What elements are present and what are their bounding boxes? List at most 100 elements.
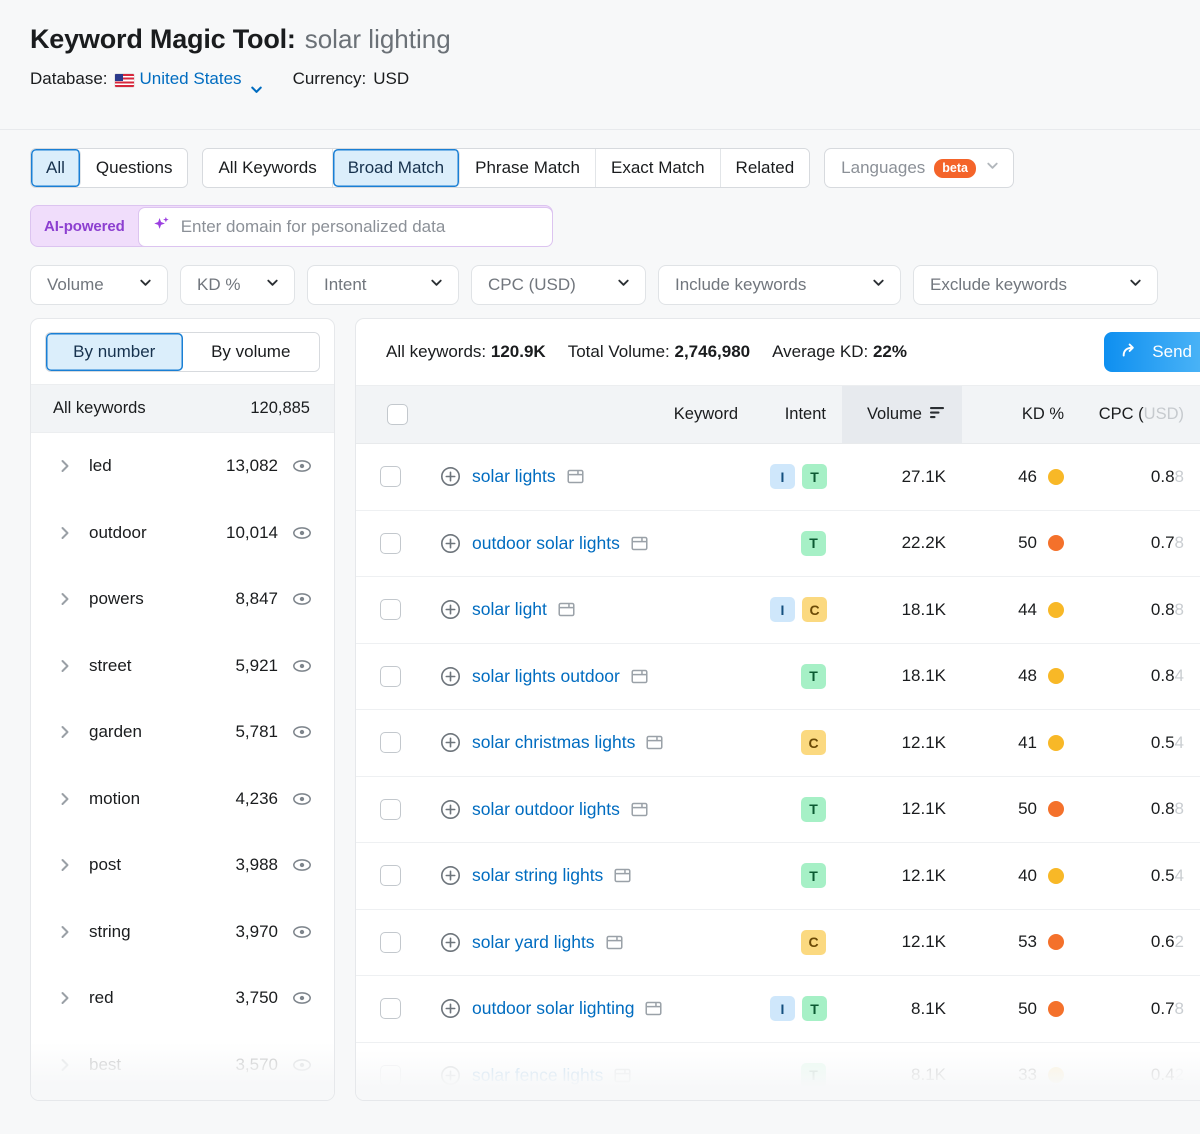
chevron-right-icon[interactable]: [57, 924, 75, 940]
tab-related[interactable]: Related: [720, 149, 810, 187]
chevron-right-icon[interactable]: [57, 658, 75, 674]
row-checkbox[interactable]: [379, 466, 401, 488]
eye-icon[interactable]: [292, 1055, 312, 1075]
sidebar-group-item[interactable]: string 3,970: [31, 899, 334, 966]
intent-badge-c[interactable]: C: [801, 730, 826, 756]
chevron-right-icon[interactable]: [57, 791, 75, 807]
serp-preview-icon[interactable]: [567, 468, 584, 485]
filter-exclude-keywords[interactable]: Exclude keywords: [913, 265, 1158, 305]
serp-preview-icon[interactable]: [631, 801, 648, 818]
row-checkbox[interactable]: [379, 865, 401, 887]
chevron-right-icon[interactable]: [57, 591, 75, 607]
row-checkbox[interactable]: [379, 532, 401, 554]
keyword-link[interactable]: solar yard lights: [472, 932, 595, 953]
sidebar-group-item[interactable]: street 5,921: [31, 633, 334, 700]
keyword-link[interactable]: solar light: [472, 599, 547, 620]
add-keyword-icon[interactable]: [440, 599, 461, 620]
filter-kd[interactable]: KD %: [180, 265, 295, 305]
tab-exact-match[interactable]: Exact Match: [596, 149, 721, 187]
serp-preview-icon[interactable]: [614, 1067, 631, 1084]
row-checkbox[interactable]: [379, 732, 401, 754]
languages-dropdown[interactable]: Languages beta: [824, 148, 1014, 188]
serp-preview-icon[interactable]: [631, 668, 648, 685]
sidebar-group-item[interactable]: led 13,082: [31, 433, 334, 500]
eye-icon[interactable]: [292, 922, 312, 942]
row-checkbox[interactable]: [379, 998, 401, 1020]
add-keyword-icon[interactable]: [440, 466, 461, 487]
row-checkbox[interactable]: [379, 931, 401, 953]
serp-preview-icon[interactable]: [645, 1000, 662, 1017]
tab-broad-match[interactable]: Broad Match: [332, 149, 461, 187]
column-cpc[interactable]: CPC (USD): [1080, 385, 1200, 444]
eye-icon[interactable]: [292, 589, 312, 609]
database-selector[interactable]: Database: United States: [30, 69, 262, 93]
add-keyword-icon[interactable]: [440, 932, 461, 953]
table-row[interactable]: solar fence lights T 8.1K 33 0.42: [356, 1042, 1200, 1100]
add-keyword-icon[interactable]: [440, 666, 461, 687]
add-keyword-icon[interactable]: [440, 533, 461, 554]
eye-icon[interactable]: [292, 523, 312, 543]
intent-badge-i[interactable]: I: [770, 996, 795, 1022]
chevron-right-icon[interactable]: [57, 990, 75, 1006]
database-value[interactable]: United States: [140, 69, 242, 89]
eye-icon[interactable]: [292, 988, 312, 1008]
table-row[interactable]: solar yard lights C 12.1K 53 0.62: [356, 909, 1200, 976]
chevron-right-icon[interactable]: [57, 857, 75, 873]
column-keyword[interactable]: Keyword: [424, 385, 754, 444]
intent-badge-i[interactable]: I: [770, 464, 795, 490]
intent-badge-c[interactable]: C: [801, 929, 826, 955]
add-keyword-icon[interactable]: [440, 732, 461, 753]
sidebar-group-item[interactable]: garden 5,781: [31, 699, 334, 766]
keyword-link[interactable]: solar christmas lights: [472, 732, 635, 753]
keyword-link[interactable]: outdoor solar lighting: [472, 998, 634, 1019]
add-keyword-icon[interactable]: [440, 998, 461, 1019]
eye-icon[interactable]: [292, 456, 312, 476]
keyword-link[interactable]: solar lights: [472, 466, 556, 487]
filter-intent[interactable]: Intent: [307, 265, 459, 305]
intent-badge-t[interactable]: T: [801, 796, 826, 822]
column-volume[interactable]: Volume: [842, 385, 962, 444]
tab-questions[interactable]: Questions: [80, 149, 188, 187]
serp-preview-icon[interactable]: [606, 934, 623, 951]
table-row[interactable]: outdoor solar lighting I T 8.1K 50 0.78: [356, 975, 1200, 1043]
row-checkbox[interactable]: [379, 665, 401, 687]
keyword-link[interactable]: solar string lights: [472, 865, 603, 886]
keyword-link[interactable]: solar outdoor lights: [472, 799, 620, 820]
chevron-right-icon[interactable]: [57, 724, 75, 740]
domain-input[interactable]: Enter domain for personalized data: [137, 206, 553, 247]
sidebar-group-item[interactable]: motion 4,236: [31, 766, 334, 833]
add-keyword-icon[interactable]: [440, 799, 461, 820]
sidebar-group-item[interactable]: outdoor 10,014: [31, 500, 334, 567]
toggle-by-number[interactable]: By number: [46, 333, 183, 371]
table-row[interactable]: solar lights I T 27.1K 46 0.88: [356, 443, 1200, 511]
keyword-link[interactable]: solar lights outdoor: [472, 666, 620, 687]
add-keyword-icon[interactable]: [440, 865, 461, 886]
table-row[interactable]: solar christmas lights C 12.1K 41 0.54: [356, 709, 1200, 777]
eye-icon[interactable]: [292, 855, 312, 875]
intent-badge-t[interactable]: T: [802, 996, 827, 1022]
sidebar-group-item[interactable]: post 3,988: [31, 832, 334, 899]
intent-badge-t[interactable]: T: [801, 1062, 826, 1088]
select-all-checkbox[interactable]: [387, 404, 408, 425]
intent-badge-t[interactable]: T: [801, 863, 826, 889]
intent-badge-t[interactable]: T: [801, 663, 826, 689]
tab-all-keywords[interactable]: All Keywords: [203, 149, 333, 187]
sidebar-group-item[interactable]: red 3,750: [31, 965, 334, 1032]
keyword-link[interactable]: outdoor solar lights: [472, 533, 620, 554]
table-row[interactable]: solar lights outdoor T 18.1K 48 0.84: [356, 643, 1200, 710]
filter-volume[interactable]: Volume: [30, 265, 168, 305]
row-checkbox[interactable]: [379, 599, 401, 621]
keyword-link[interactable]: solar fence lights: [472, 1065, 603, 1086]
tab-all[interactable]: All: [31, 149, 81, 187]
chevron-right-icon[interactable]: [57, 1057, 75, 1073]
table-row[interactable]: outdoor solar lights T 22.2K 50 0.78: [356, 510, 1200, 577]
sidebar-group-item[interactable]: best 3,570: [31, 1032, 334, 1099]
column-intent[interactable]: Intent: [754, 385, 842, 444]
filter-cpc[interactable]: CPC (USD): [471, 265, 646, 305]
filter-include-keywords[interactable]: Include keywords: [658, 265, 901, 305]
chevron-right-icon[interactable]: [57, 458, 75, 474]
row-checkbox[interactable]: [379, 798, 401, 820]
serp-preview-icon[interactable]: [646, 734, 663, 751]
eye-icon[interactable]: [292, 722, 312, 742]
intent-badge-c[interactable]: C: [802, 597, 827, 623]
